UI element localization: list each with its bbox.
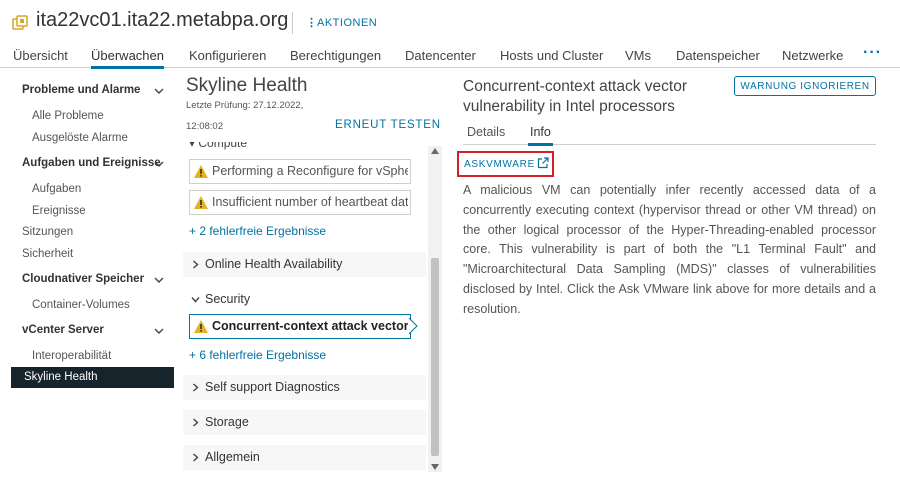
detail-tabs: Details Info [463,119,876,146]
more-tabs-icon[interactable]: ··· [863,44,882,62]
actions-label: AKTIONEN [317,17,378,29]
scrollbar-thumb[interactable] [431,258,439,456]
nav-group-probleme-und-alarme[interactable]: Probleme und Alarme [22,84,140,96]
tab-ueberwachen[interactable]: Überwachen [91,48,164,69]
object-header: ita22vc01.ita22.metabpa.org ⋮AKTIONEN [0,0,900,44]
nav-group-aufgaben-und-ereignisse[interactable]: Aufgaben und Ereignisse [22,157,161,169]
page-title: ita22vc01.ita22.metabpa.org [36,9,289,31]
compute-ok-results-link[interactable]: + 2 fehlerfreie Ergebnisse [189,224,326,238]
tab-vms[interactable]: VMs [625,48,651,63]
finding-label: Concurrent-context attack vector vulnera… [212,319,408,333]
nav-item-ausgeloeste-alarme[interactable]: Ausgelöste Alarme [32,132,128,144]
tab-datencenter[interactable]: Datencenter [405,48,476,63]
chevron-right-icon [193,418,199,427]
nav-item-alle-probleme[interactable]: Alle Probleme [32,110,104,122]
scroll-up-icon[interactable] [431,148,439,154]
skyline-health-title: Skyline Health [186,75,308,96]
chevron-down-icon [191,297,200,303]
tab-netzwerke[interactable]: Netzwerke [782,48,843,63]
chevron-down-icon: ▾ [189,142,199,150]
group-storage[interactable]: Storage [183,410,426,435]
vertical-dots-icon: ⋮ [306,17,318,29]
group-label: Security [205,292,251,306]
tab-uebersicht[interactable]: Übersicht [13,48,68,63]
group-self-support-diagnostics[interactable]: Self support Diagnostics [183,375,426,400]
health-findings-list: ▾ Compute Performing a Reconfigure for v… [183,142,426,472]
tab-hosts-und-cluster[interactable]: Hosts und Cluster [500,48,603,63]
group-allgemein[interactable]: Allgemein [183,445,426,470]
findings-scrollbar[interactable] [428,146,442,472]
finding-card-selected[interactable]: Concurrent-context attack vector vulnera… [189,314,411,339]
finding-label: Insufficient number of heartbeat datasto… [212,195,408,209]
chevron-down-icon[interactable] [154,159,164,169]
nav-item-sitzungen[interactable]: Sitzungen [22,226,73,238]
tab-details[interactable]: Details [467,125,505,139]
tab-info[interactable]: Info [528,125,553,146]
chevron-down-icon[interactable] [154,275,164,285]
warning-icon [194,196,208,209]
nav-item-interoperabilitaet[interactable]: Interoperabilität [32,350,111,362]
chevron-right-icon [193,260,199,269]
group-security[interactable]: Security [183,287,426,312]
selection-pointer-icon [409,318,418,334]
tab-konfigurieren[interactable]: Konfigurieren [189,48,266,63]
security-ok-results-link[interactable]: + 6 fehlerfreie Ergebnisse [189,348,326,362]
monitor-sidebar: Probleme und Alarme Alle Probleme Ausgel… [0,68,175,487]
group-label: Storage [205,415,249,429]
warning-icon [194,320,208,333]
group-label: Compute [198,142,248,150]
vcenter-icon [12,15,28,30]
finding-description: A malicious VM can potentially infer rec… [463,183,876,316]
nav-item-skyline-health[interactable]: Skyline Health [11,367,174,388]
group-label: Allgemein [205,450,260,464]
ignore-warning-button[interactable]: WARNUNG IGNORIEREN [734,76,876,96]
chevron-down-icon[interactable] [154,326,164,336]
askvmware-link[interactable]: ASKVMWARE [464,159,535,170]
group-online-health-availability[interactable]: Online Health Availability [183,252,426,277]
finding-card[interactable]: Insufficient number of heartbeat datasto… [189,190,411,215]
nav-group-cloudnativer-speicher[interactable]: Cloudnativer Speicher [22,273,144,285]
nav-item-ereignisse[interactable]: Ereignisse [32,205,86,217]
finding-card[interactable]: Performing a Reconfigure for vSphere HA … [189,159,411,184]
finding-detail-title: Concurrent-context attack vector vulnera… [463,78,687,115]
nav-item-sicherheit[interactable]: Sicherheit [22,248,73,260]
tab-datenspeicher[interactable]: Datenspeicher [676,48,760,63]
nav-group-vcenter-server[interactable]: vCenter Server [22,324,104,336]
last-check-label: Letzte Prüfung: 27.12.2022, [186,100,304,111]
group-compute[interactable]: ▾ Compute [189,142,247,150]
external-link-icon[interactable] [537,157,549,169]
nav-item-container-volumes[interactable]: Container-Volumes [32,299,130,311]
retest-button[interactable]: ERNEUT TESTEN [335,119,441,131]
header-divider [292,12,293,34]
main-tabs: Übersicht Überwachen Konfigurieren Berec… [0,44,900,69]
warning-icon [194,165,208,178]
nav-item-aufgaben[interactable]: Aufgaben [32,183,81,195]
group-label: Online Health Availability [205,257,343,271]
chevron-down-icon[interactable] [154,86,164,96]
last-check-time: 12:08:02 [186,121,223,132]
actions-menu-button[interactable]: ⋮AKTIONEN [306,16,377,29]
tab-berechtigungen[interactable]: Berechtigungen [290,48,381,63]
scroll-down-icon[interactable] [431,464,439,470]
group-label: Self support Diagnostics [205,380,340,394]
chevron-right-icon [193,453,199,462]
chevron-right-icon [193,383,199,392]
finding-label: Performing a Reconfigure for vSphere HA … [212,164,408,178]
